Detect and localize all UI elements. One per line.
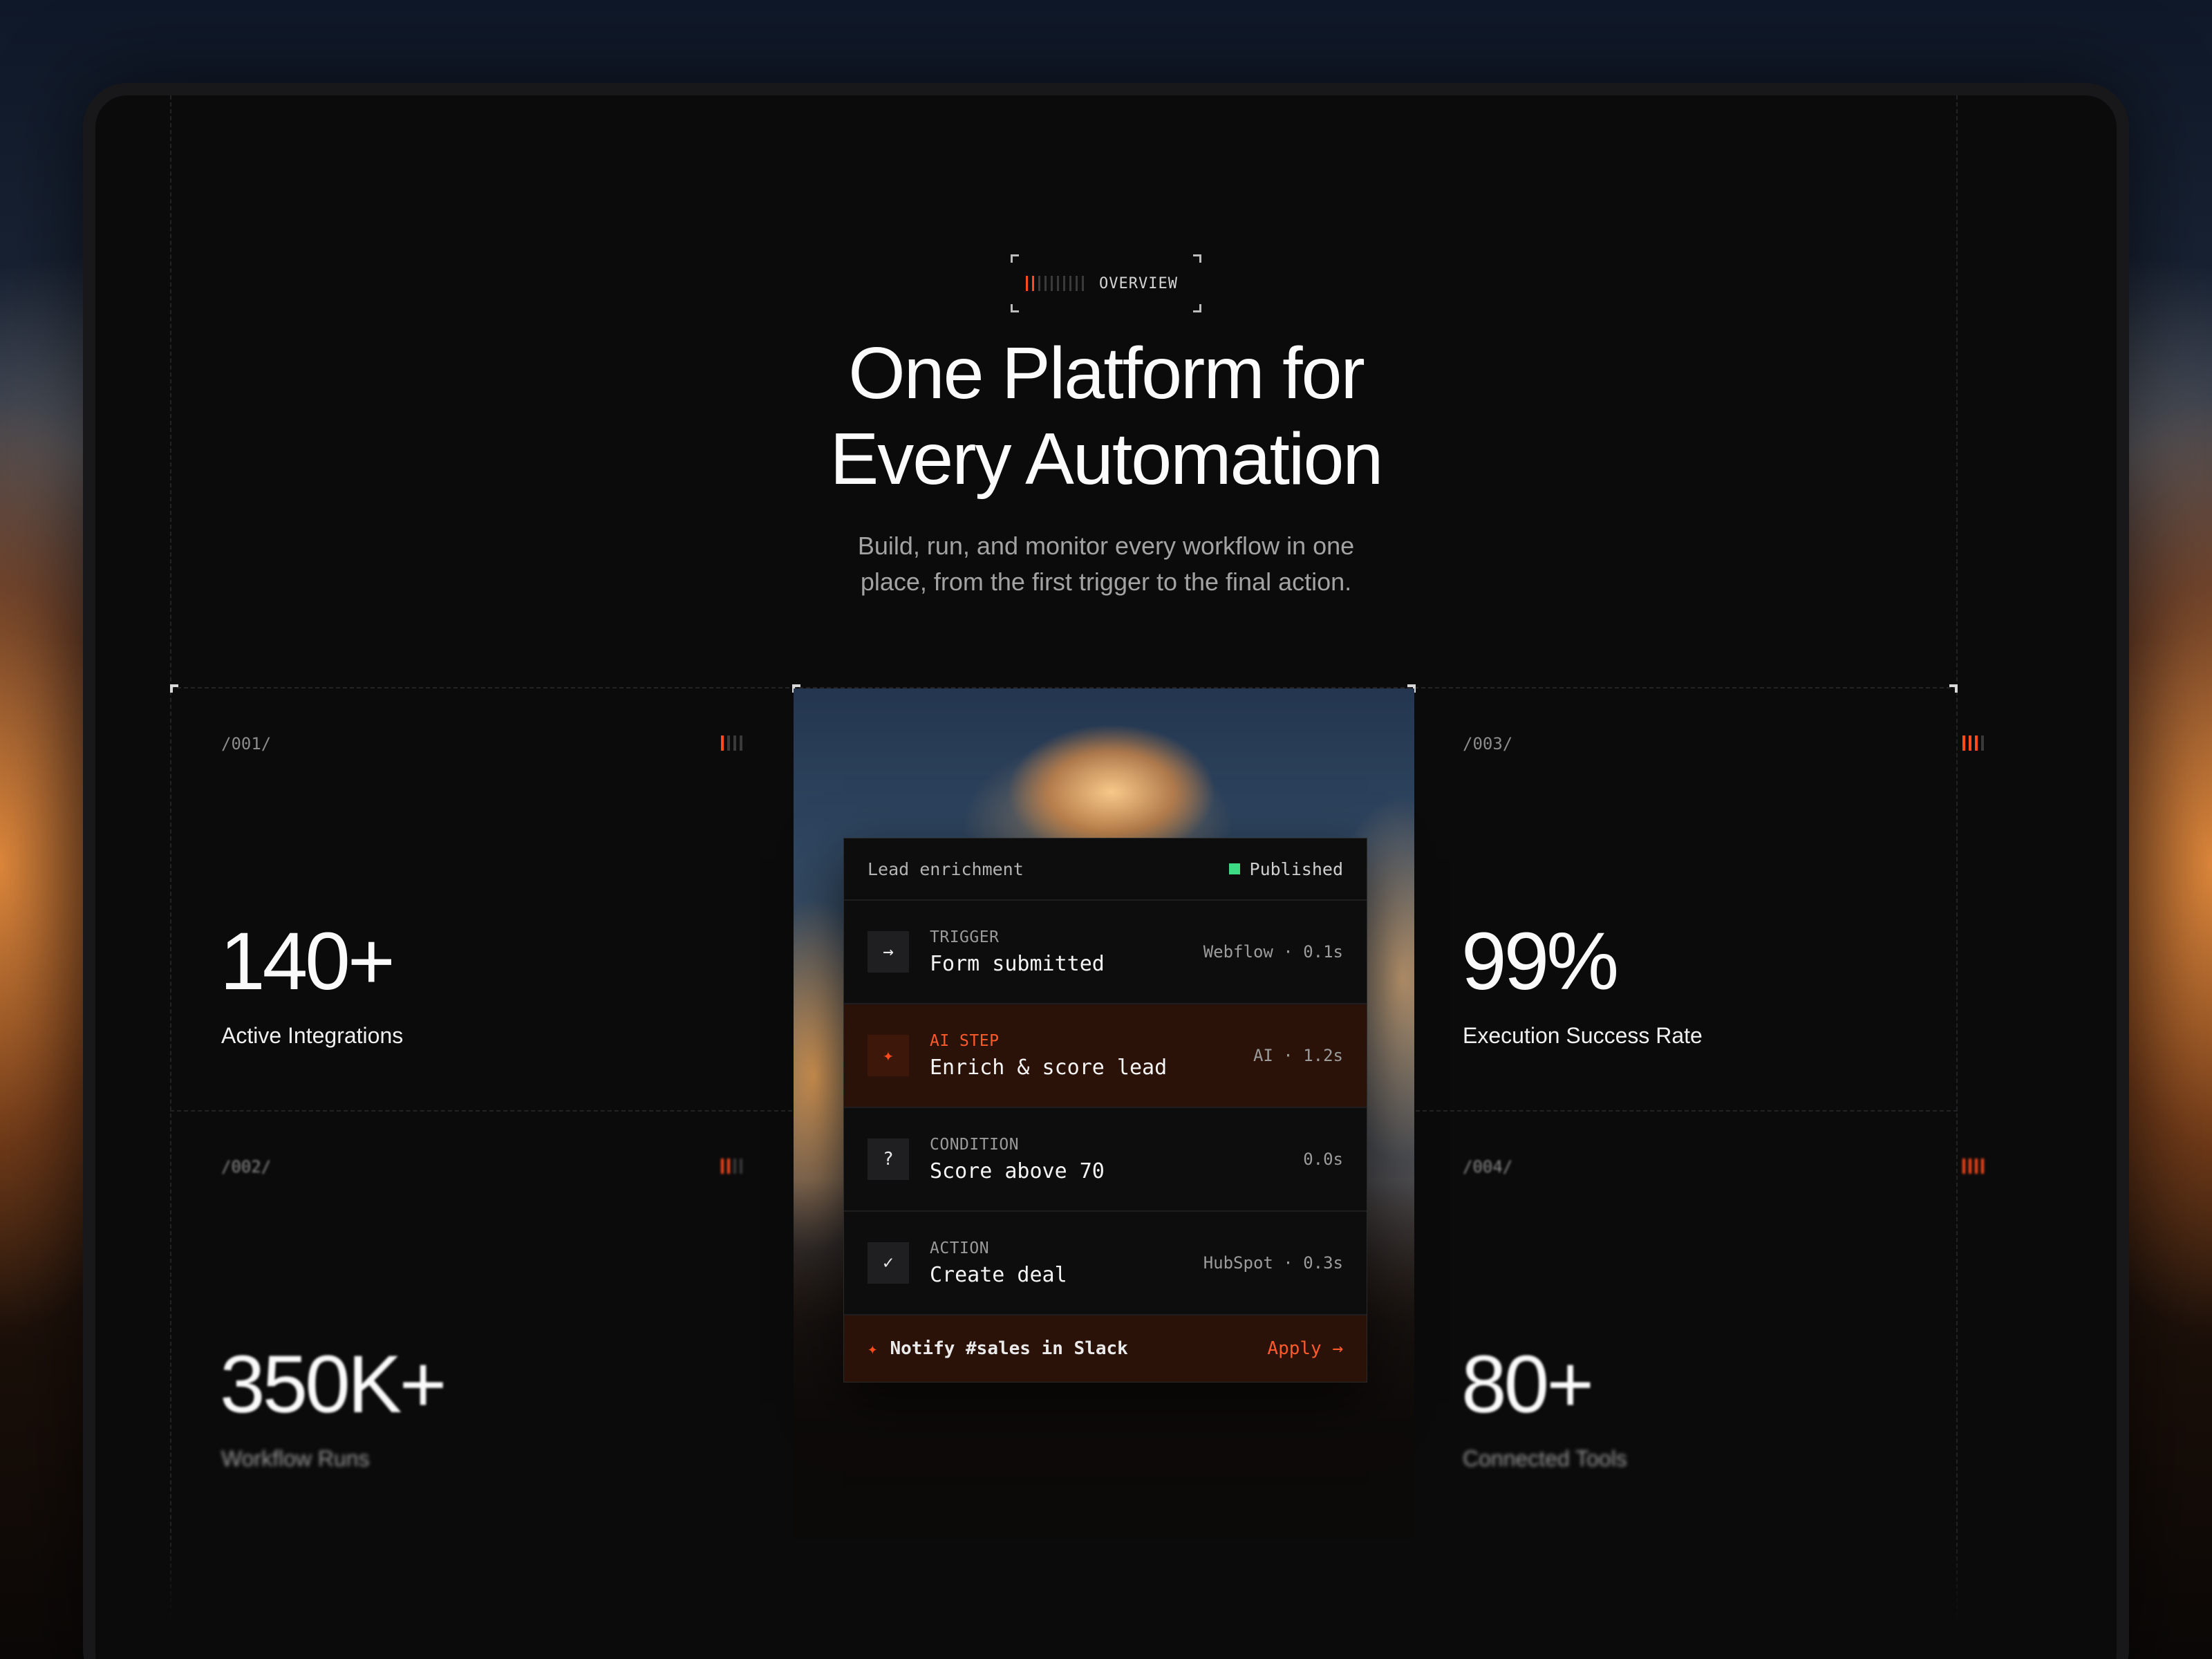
- status-label: Published: [1249, 859, 1343, 879]
- badge-label: OVERVIEW: [1099, 274, 1178, 292]
- status-badge: Published: [1228, 859, 1343, 879]
- subtitle-line-1: Build, run, and monitor every workflow i…: [857, 532, 1355, 560]
- page-subtitle: Build, run, and monitor every workflow i…: [95, 528, 2117, 600]
- workflow-step-action[interactable]: ✓ ACTION Create deal HubSpot · 0.3s: [844, 1212, 1367, 1315]
- status-dot-icon: [1228, 863, 1240, 874]
- stat-label: Active Integrations: [221, 1023, 404, 1048]
- stat-value: 99%: [1461, 916, 1619, 1007]
- step-name: Score above 70: [930, 1159, 1105, 1183]
- level-bars-icon: [721, 1159, 742, 1174]
- page-title: One Platform for Every Automation: [95, 330, 2117, 502]
- title-line-2: Every Automation: [830, 418, 1384, 500]
- workflow-header: Lead enrichment Published: [844, 838, 1367, 901]
- check-icon: ✓: [868, 1242, 909, 1284]
- step-meta: 0.0s: [1303, 1150, 1343, 1169]
- overview-section: OVERVIEW One Platform for Every Automati…: [95, 95, 2117, 1659]
- stat-index: /004/: [1463, 1157, 1513, 1177]
- step-kind: CONDITION: [930, 1135, 1020, 1154]
- stat-label: Connected Tools: [1463, 1446, 1627, 1471]
- arrow-right-icon: →: [868, 931, 909, 973]
- step-name: Form submitted: [930, 951, 1105, 976]
- stat-value: 350K+: [220, 1339, 447, 1430]
- level-bars-icon: [721, 735, 742, 751]
- stat-value: 140+: [220, 916, 395, 1007]
- workflow-step-condition[interactable]: ? CONDITION Score above 70 0.0s: [844, 1108, 1367, 1212]
- section-badge: OVERVIEW: [1011, 254, 1201, 312]
- workflow-card[interactable]: Lead enrichment Published → TRIGGER Form…: [843, 838, 1367, 1382]
- stat-index: /002/: [221, 1157, 272, 1177]
- suggestion-bar: ✦ Notify #sales in Slack Apply →: [844, 1315, 1367, 1382]
- stat-index: /001/: [221, 734, 272, 753]
- sparkle-icon: ✦: [868, 1339, 878, 1358]
- stat-value: 80+: [1461, 1339, 1594, 1430]
- step-kind: ACTION: [930, 1239, 990, 1257]
- question-icon: ?: [868, 1138, 909, 1180]
- stat-card-connected-tools: /004/ 80+ Connected Tools: [1413, 1112, 2034, 1535]
- stat-card-workflow-runs: /002/ 350K+ Workflow Runs: [171, 1112, 792, 1535]
- workflow-title: Lead enrichment: [868, 859, 1024, 879]
- stat-card-success-rate: /003/ 99% Execution Success Rate: [1413, 688, 2034, 1112]
- step-meta: Webflow · 0.1s: [1203, 942, 1343, 962]
- suggestion-text: Notify #sales in Slack: [890, 1338, 1128, 1359]
- step-name: Create deal: [930, 1262, 1067, 1287]
- step-meta: HubSpot · 0.3s: [1203, 1253, 1343, 1273]
- step-kind: AI STEP: [930, 1031, 1000, 1050]
- title-line-1: One Platform for: [848, 332, 1365, 414]
- sparkle-icon: ✦: [868, 1035, 909, 1076]
- badge-ticks-icon: [1026, 276, 1084, 291]
- step-meta: AI · 1.2s: [1253, 1046, 1343, 1065]
- step-name: Enrich & score lead: [930, 1055, 1168, 1080]
- workflow-step-ai[interactable]: ✦ AI STEP Enrich & score lead AI · 1.2s: [844, 1004, 1367, 1108]
- level-bars-icon: [1962, 1159, 1984, 1174]
- stat-label: Workflow Runs: [221, 1446, 370, 1471]
- stat-label: Execution Success Rate: [1463, 1023, 1703, 1048]
- stat-index: /003/: [1463, 734, 1513, 753]
- workflow-step-trigger[interactable]: → TRIGGER Form submitted Webflow · 0.1s: [844, 901, 1367, 1004]
- step-kind: TRIGGER: [930, 928, 1000, 946]
- stat-card-integrations: /001/ 140+ Active Integrations: [171, 688, 792, 1112]
- bottom-fade: [95, 1533, 2117, 1659]
- subtitle-line-2: place, from the first trigger to the fin…: [860, 568, 1352, 596]
- level-bars-icon: [1962, 735, 1984, 751]
- apply-button[interactable]: Apply →: [1267, 1338, 1343, 1359]
